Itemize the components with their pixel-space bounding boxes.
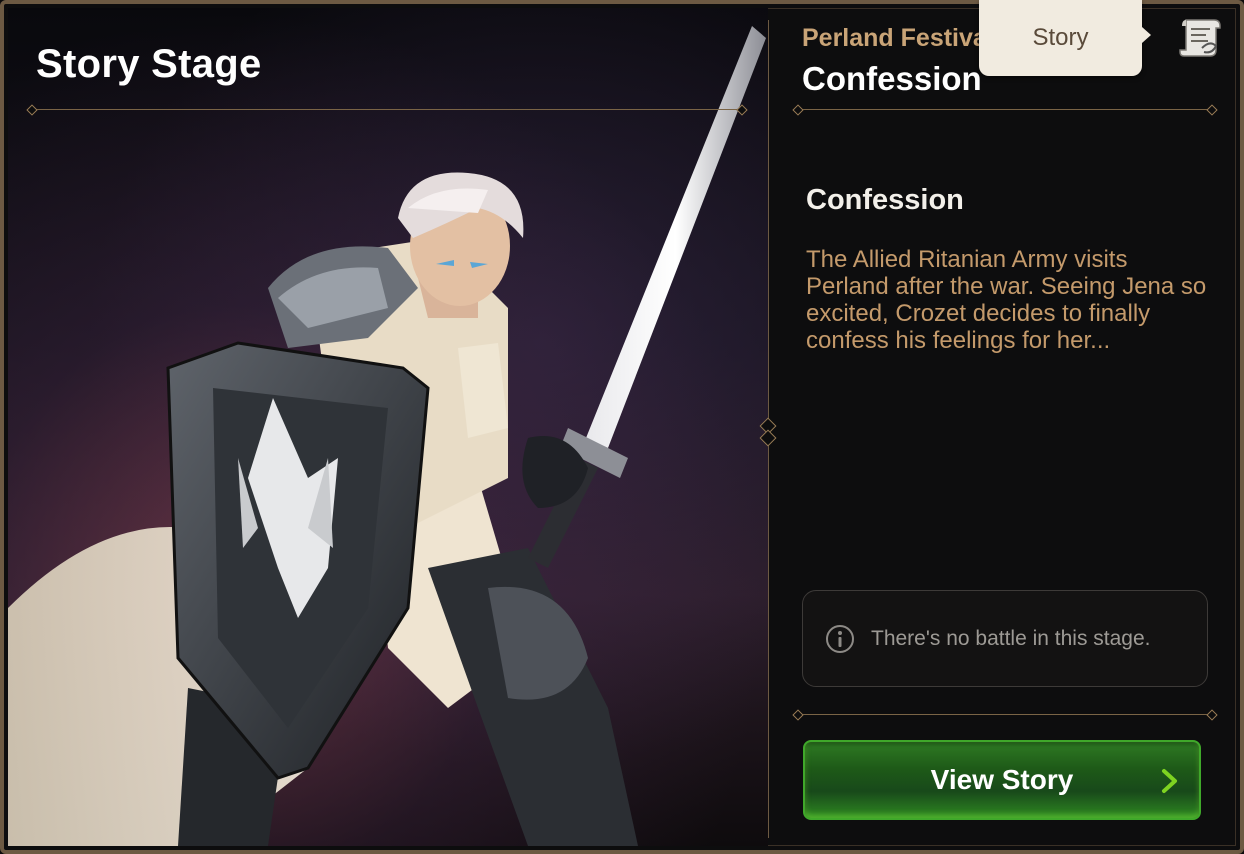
footer-divider	[798, 714, 1212, 715]
scroll-icon[interactable]	[1176, 14, 1224, 60]
character-art-panel: Story Stage	[8, 8, 768, 846]
chapter-label: Perland Festival	[802, 24, 994, 52]
title-divider	[32, 109, 742, 110]
story-tab-label: Story	[1032, 24, 1089, 51]
info-icon	[826, 624, 854, 653]
stage-title: Confession	[802, 60, 982, 97]
no-battle-notice: There's no battle in this stage.	[802, 590, 1208, 687]
story-tab[interactable]: Story	[979, 0, 1142, 76]
knight-character-illustration	[8, 26, 766, 846]
story-heading: Confession	[806, 184, 964, 216]
page-title: Story Stage	[36, 42, 262, 86]
story-description: The Allied Ritanian Army visits Perland …	[806, 246, 1207, 354]
chevron-right-icon	[1162, 769, 1177, 793]
view-story-button[interactable]: View Story	[803, 740, 1201, 820]
view-story-label: View Story	[930, 764, 1074, 795]
header-divider	[798, 109, 1212, 110]
tab-pointer	[1142, 27, 1151, 43]
notice-text: There's no battle in this stage.	[871, 626, 1151, 650]
